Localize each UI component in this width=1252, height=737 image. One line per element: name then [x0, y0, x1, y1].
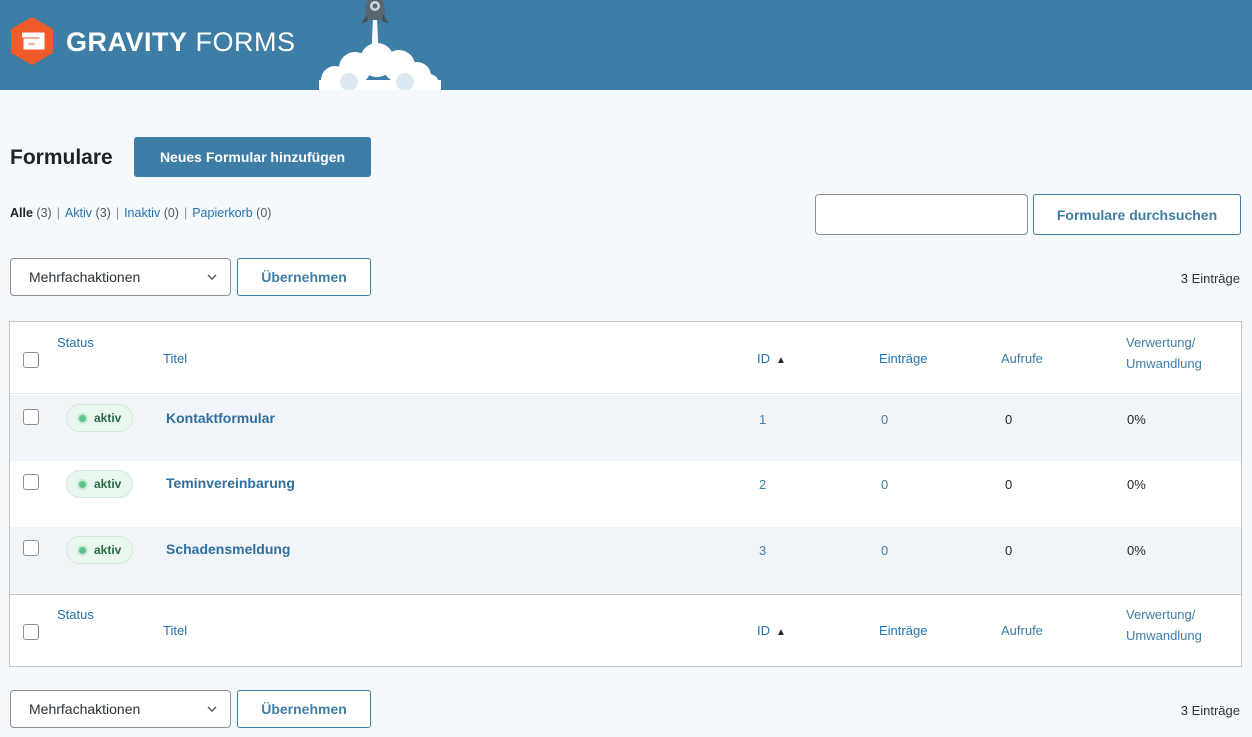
form-title-link[interactable]: Kontaktformular: [166, 410, 275, 426]
rocket-icon: [319, 0, 441, 90]
forms-table: Status Titel ID ▲ Einträge Aufrufe Verwer…: [9, 321, 1242, 667]
row-checkbox[interactable]: [23, 409, 39, 425]
brand-bold: GRAVITY: [66, 27, 188, 57]
column-status-footer[interactable]: Status: [57, 605, 94, 624]
column-conversion-footer-line1: Verwertung/: [1126, 607, 1196, 622]
brand-name: GRAVITY FORMS: [66, 27, 296, 58]
row-checkbox[interactable]: [23, 474, 39, 490]
filter-all[interactable]: Alle (3): [10, 206, 52, 220]
filter-separator: |: [56, 206, 60, 220]
header-banner: GRAVITY FORMS: [0, 0, 1252, 90]
column-title[interactable]: Titel: [163, 349, 187, 368]
filter-active[interactable]: Aktiv (3): [65, 206, 111, 220]
column-title-footer[interactable]: Titel: [163, 621, 187, 640]
column-conversion-footer-line2: Umwandlung: [1126, 628, 1202, 643]
select-all-checkbox-footer[interactable]: [23, 624, 39, 640]
column-id-footer[interactable]: ID ▲: [757, 621, 786, 642]
column-conversion-line2: Umwandlung: [1126, 356, 1202, 371]
sort-ascending-icon: ▲: [776, 355, 786, 366]
table-row: aktiv Teminvereinbarung 2 0 0 0%: [10, 461, 1241, 527]
form-entries-link[interactable]: 0: [881, 412, 888, 427]
column-views: Aufrufe: [1001, 351, 1043, 366]
add-new-form-button[interactable]: Neues Formular hinzufügen: [134, 137, 371, 177]
form-title-link[interactable]: Schadensmeldung: [166, 541, 290, 557]
brand-light: FORMS: [187, 27, 296, 57]
table-footer: Status Titel ID ▲ Einträge Aufrufe Verwer…: [10, 594, 1241, 666]
status-badge[interactable]: aktiv: [66, 404, 133, 432]
column-id[interactable]: ID ▲: [757, 349, 786, 370]
table-row: aktiv Schadensmeldung 3 0 0 0%: [10, 527, 1241, 593]
status-dot-icon: [79, 415, 86, 422]
gravity-forms-logo-icon: [11, 17, 53, 65]
form-id-link[interactable]: 2: [759, 477, 766, 492]
bulk-actions-select-top[interactable]: Mehrfachaktionen: [10, 258, 231, 296]
form-views: 0: [1005, 543, 1013, 558]
column-entries[interactable]: Einträge: [879, 349, 927, 368]
form-id-link[interactable]: 1: [759, 412, 766, 427]
form-entries-link[interactable]: 0: [881, 543, 888, 558]
search-input[interactable]: [815, 194, 1028, 235]
chevron-down-icon: [207, 274, 217, 280]
form-id-link[interactable]: 3: [759, 543, 766, 558]
filter-separator: |: [183, 206, 188, 220]
column-views-footer: Aufrufe: [1001, 623, 1043, 638]
form-title-link[interactable]: Teminvereinbarung: [166, 475, 295, 491]
apply-button-top[interactable]: Übernehmen: [237, 258, 371, 296]
bulk-actions-select-bottom[interactable]: Mehrfachaktionen: [10, 690, 231, 728]
bulk-actions-selected: Mehrfachaktionen: [29, 269, 141, 285]
table-row: aktiv Kontaktformular 1 0 0 0%: [10, 395, 1241, 461]
form-views: 0: [1005, 477, 1013, 492]
page-title: Formulare: [10, 146, 113, 169]
search-forms-button[interactable]: Formulare durchsuchen: [1033, 194, 1241, 235]
column-status[interactable]: Status: [57, 333, 94, 352]
column-conversion-line1: Verwertung/: [1126, 335, 1196, 350]
table-header: Status Titel ID ▲ Einträge Aufrufe Verwer…: [10, 322, 1241, 394]
form-conversion: 0%: [1127, 477, 1146, 492]
items-count-top: 3 Einträge: [1180, 271, 1240, 286]
apply-button-bottom[interactable]: Übernehmen: [237, 690, 371, 728]
status-dot-icon: [79, 481, 86, 488]
filter-separator: |: [115, 206, 120, 220]
bulk-actions-selected: Mehrfachaktionen: [29, 701, 141, 717]
row-checkbox[interactable]: [23, 540, 39, 556]
items-count-bottom: 3 Einträge: [1180, 703, 1240, 718]
select-all-checkbox[interactable]: [23, 352, 39, 368]
chevron-down-icon: [207, 706, 217, 712]
form-entries-link[interactable]: 0: [881, 477, 888, 492]
status-filter-list: Alle (3) | Aktiv (3) | Inaktiv (0) | Papierkor…: [10, 206, 271, 220]
sort-ascending-icon: ▲: [776, 627, 786, 638]
column-entries-footer[interactable]: Einträge: [879, 621, 927, 640]
form-conversion: 0%: [1127, 543, 1146, 558]
status-dot-icon: [79, 547, 86, 554]
filter-inactive[interactable]: Inaktiv (0): [124, 206, 179, 220]
form-views: 0: [1005, 412, 1013, 427]
form-conversion: 0%: [1127, 412, 1146, 427]
status-badge[interactable]: aktiv: [66, 470, 133, 498]
status-badge[interactable]: aktiv: [66, 536, 133, 564]
filter-trash[interactable]: Papierkorb (0): [192, 206, 271, 220]
